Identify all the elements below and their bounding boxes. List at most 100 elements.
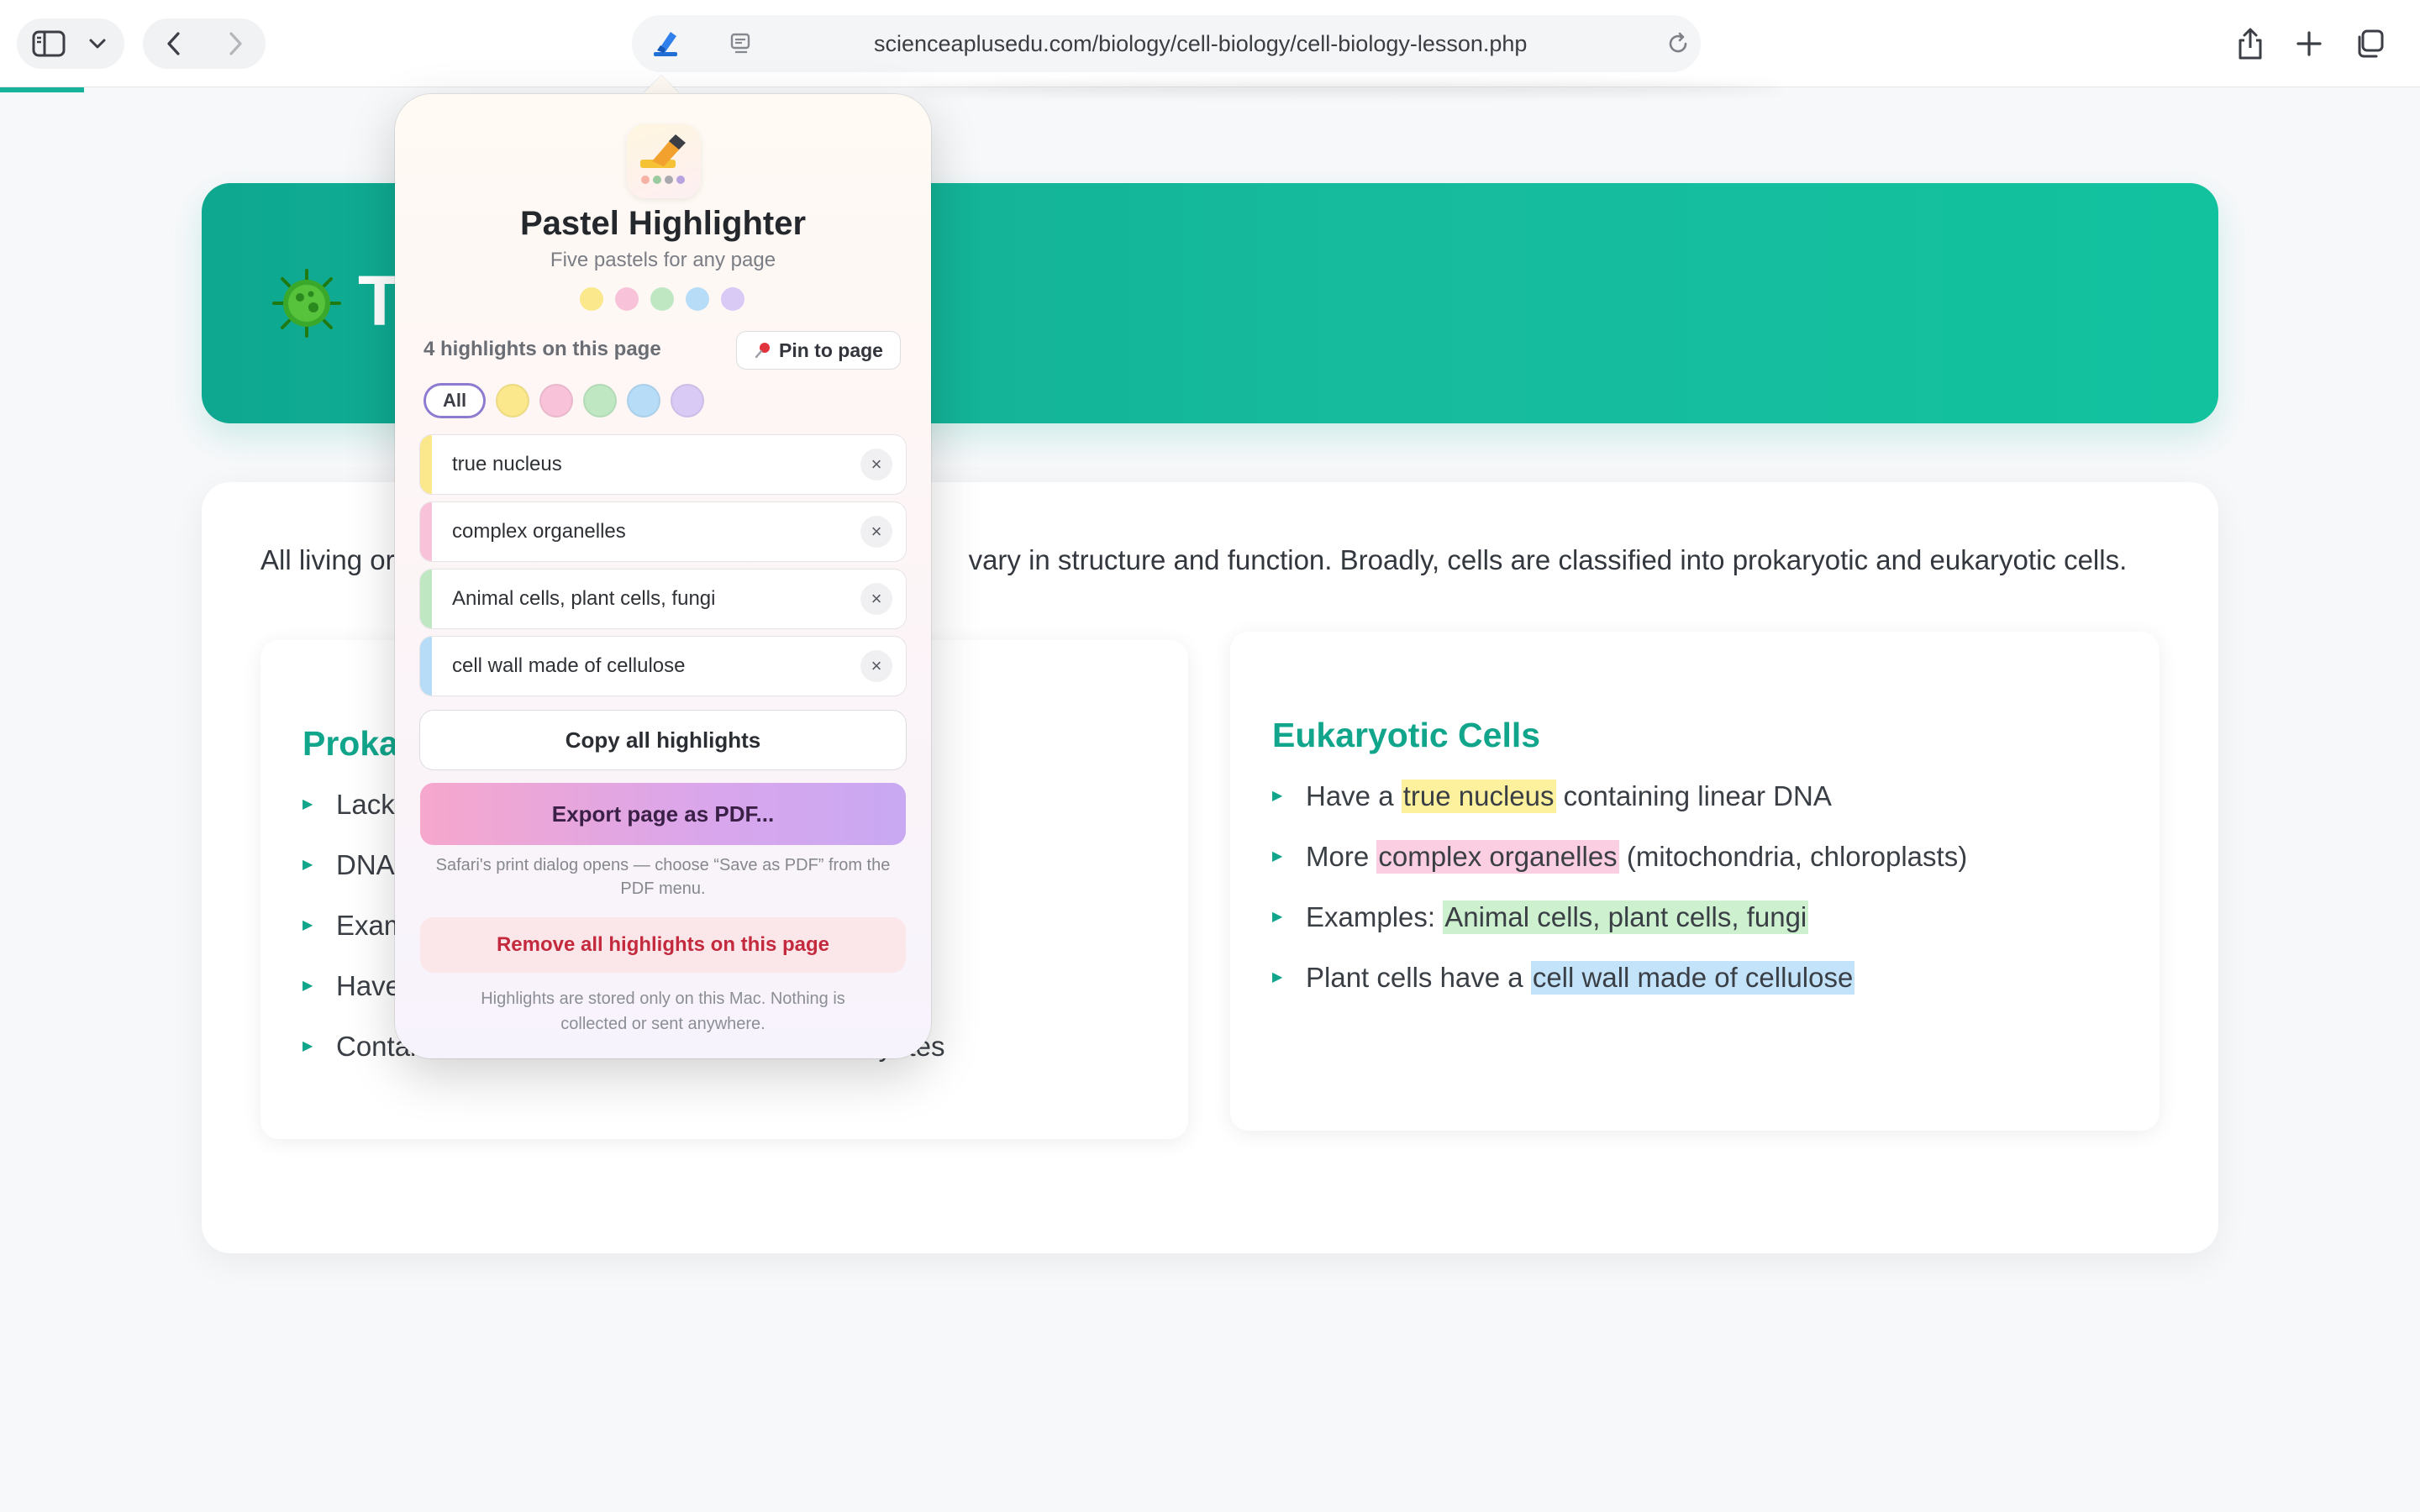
- sidebar-control-group: [17, 18, 124, 69]
- bullet-icon: ▶: [1272, 789, 1283, 803]
- highlighted-text[interactable]: Animal cells, plant cells, fungi: [1443, 900, 1809, 934]
- bullet-icon: ▶: [302, 1039, 313, 1053]
- filter-green-button[interactable]: [583, 384, 617, 417]
- page-load-progress: [0, 87, 84, 92]
- cell-virus-icon: [271, 267, 343, 344]
- share-button[interactable]: [2225, 18, 2275, 69]
- list-item-text: Lack: [336, 789, 395, 820]
- address-bar-shadow: [908, 82, 1781, 94]
- sidebar-toggle-button[interactable]: [17, 18, 81, 69]
- bullet-icon: ▶: [302, 797, 313, 811]
- highlight-text: true nucleus: [452, 453, 562, 475]
- highlighter-logo-icon: [627, 124, 701, 198]
- chevron-down-icon: [89, 39, 106, 49]
- url-text[interactable]: scienceaplusedu.com/biology/cell-biology…: [874, 15, 1527, 72]
- filter-blue-button[interactable]: [627, 384, 660, 417]
- pastel-green-swatch: [650, 287, 674, 311]
- highlight-count: 4 highlights on this page: [424, 338, 661, 360]
- export-pdf-button[interactable]: Export page as PDF...: [420, 783, 906, 845]
- filter-pink-button[interactable]: [539, 384, 573, 417]
- pastel-purple-swatch: [721, 287, 744, 311]
- highlighter-extension-button[interactable]: [639, 18, 692, 69]
- bullet-icon: ▶: [302, 918, 313, 932]
- filter-all-button[interactable]: All: [424, 383, 486, 418]
- chevron-right-icon: [229, 32, 242, 55]
- copy-all-highlights-button[interactable]: Copy all highlights: [420, 711, 906, 769]
- plus-icon: [2296, 31, 2322, 56]
- export-note: Safari's print dialog opens — choose “Sa…: [435, 856, 891, 898]
- highlight-list-item[interactable]: cell wall made of cellulose ×: [420, 637, 906, 696]
- eukaryotic-cells-title: Eukaryotic Cells: [1272, 716, 1541, 754]
- page-menu-icon: [730, 33, 750, 54]
- list-item: ▶ Examples: Animal cells, plant cells, fu…: [1272, 900, 1967, 961]
- remove-highlight-button[interactable]: ×: [860, 583, 892, 615]
- bullet-icon: ▶: [302, 858, 313, 872]
- list-item-text: (mitochondria, chloroplasts): [1618, 841, 1968, 872]
- bullet-icon: ▶: [1272, 970, 1283, 984]
- new-tab-button[interactable]: [2284, 18, 2334, 69]
- pin-to-page-button[interactable]: Pin to page: [736, 331, 901, 370]
- list-item-text: DNA: [336, 849, 395, 880]
- remove-highlight-button[interactable]: ×: [860, 650, 892, 682]
- highlight-list-item[interactable]: complex organelles ×: [420, 502, 906, 561]
- highlighted-text[interactable]: true nucleus: [1401, 780, 1556, 813]
- bullet-icon: ▶: [1272, 849, 1283, 864]
- filter-yellow-button[interactable]: [496, 384, 529, 417]
- pastel-palette: [580, 287, 744, 311]
- back-button[interactable]: [143, 18, 204, 69]
- list-item: ▶ Plant cells have a cell wall made of ce…: [1272, 961, 1967, 1021]
- address-bar[interactable]: scienceaplusedu.com/biology/cell-biology…: [632, 15, 1701, 72]
- privacy-note: Highlights are stored only on this Mac. …: [481, 990, 845, 1033]
- prokaryotic-cells-title: Proka: [302, 724, 398, 763]
- navigation-group: [143, 18, 266, 69]
- remove-highlight-button[interactable]: ×: [860, 516, 892, 548]
- highlighted-text[interactable]: complex organelles: [1376, 840, 1619, 874]
- popover-subtitle: Five pastels for any page: [550, 249, 776, 271]
- pastel-pink-swatch: [615, 287, 639, 311]
- tab-overview-icon: [2358, 29, 2384, 58]
- list-item-text: More: [1306, 841, 1377, 872]
- highlight-color-stripe: [420, 502, 432, 561]
- tab-overview-button[interactable]: [2344, 18, 2395, 69]
- browser-toolbar: scienceaplusedu.com/biology/cell-biology…: [0, 0, 2420, 87]
- highlight-list-item[interactable]: true nucleus ×: [420, 435, 906, 494]
- highlighter-popover: Pastel Highlighter Five pastels for any …: [395, 94, 931, 1058]
- highlight-color-stripe: [420, 637, 432, 696]
- list-item-text: Have: [336, 970, 402, 1001]
- list-item-text: Examples:: [1306, 901, 1444, 932]
- list-item: ▶ More complex organelles (mitochondria, …: [1272, 840, 1967, 900]
- reader-button[interactable]: [716, 18, 766, 69]
- highlight-text: cell wall made of cellulose: [452, 654, 686, 677]
- eukaryotic-list: ▶ Have a true nucleus containing linear D…: [1272, 780, 1967, 1021]
- pin-to-page-label: Pin to page: [779, 339, 883, 361]
- tab-group-dropdown-button[interactable]: [81, 18, 114, 69]
- highlighter-extension-icon: [654, 32, 677, 56]
- remove-all-highlights-button[interactable]: Remove all highlights on this page: [420, 917, 906, 973]
- highlight-text: Animal cells, plant cells, fungi: [452, 587, 716, 610]
- list-item-text: Have a: [1306, 780, 1402, 811]
- share-icon: [2238, 28, 2262, 60]
- bullet-icon: ▶: [1272, 910, 1283, 924]
- popover-title: Pastel Highlighter: [519, 205, 807, 242]
- pastel-blue-swatch: [686, 287, 709, 311]
- chevron-left-icon: [166, 32, 180, 55]
- pushpin-icon: [755, 343, 771, 359]
- reload-icon: [1669, 32, 1687, 53]
- sidebar-icon: [32, 30, 66, 57]
- bullet-icon: ▶: [302, 979, 313, 993]
- pastel-yellow-swatch: [580, 287, 603, 311]
- filter-purple-button[interactable]: [671, 384, 704, 417]
- list-item-text: Plant cells have a: [1306, 962, 1531, 993]
- intro-text-left: All living or: [260, 544, 395, 575]
- highlight-color-stripe: [420, 570, 432, 628]
- color-filter-bar: All: [424, 383, 704, 418]
- highlighted-text[interactable]: cell wall made of cellulose: [1530, 961, 1855, 995]
- list-item-text: containing linear DNA: [1555, 780, 1832, 811]
- remove-highlight-button[interactable]: ×: [860, 449, 892, 480]
- reload-button[interactable]: [1657, 18, 1699, 69]
- forward-button[interactable]: [204, 18, 266, 69]
- highlight-color-stripe: [420, 435, 432, 494]
- intro-text-right: vary in structure and function. Broadly,…: [968, 544, 2128, 575]
- highlight-text: complex organelles: [452, 520, 626, 543]
- highlight-list-item[interactable]: Animal cells, plant cells, fungi ×: [420, 570, 906, 628]
